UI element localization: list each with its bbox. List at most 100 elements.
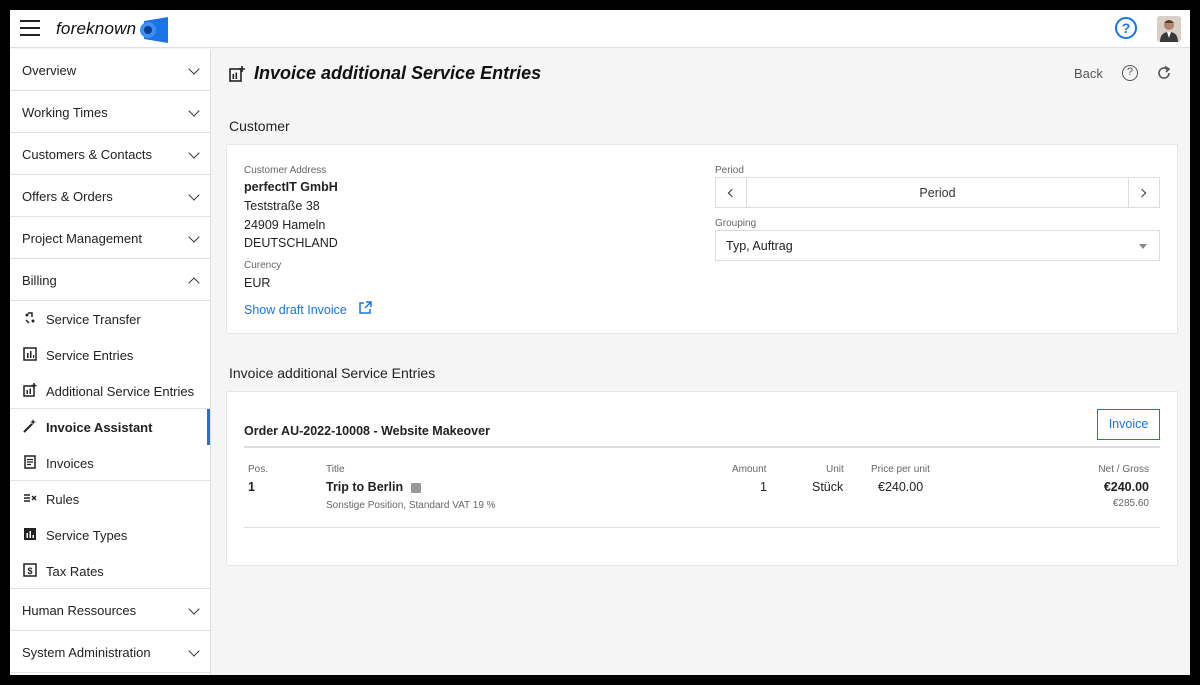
- service-entries-icon: [23, 347, 37, 361]
- nav-group-working-times[interactable]: Working Times: [10, 91, 210, 133]
- grouping-select[interactable]: Typ, Auftrag: [715, 230, 1160, 261]
- menu-icon[interactable]: [20, 20, 40, 36]
- column-header-unit: Unit: [826, 464, 844, 475]
- sidebar-item-rules[interactable]: Rules: [10, 481, 210, 517]
- nav-group-system-administration[interactable]: System Administration: [10, 631, 210, 673]
- row-net: €240.00: [1103, 480, 1149, 494]
- tax-rates-icon: $: [23, 563, 37, 577]
- chevron-left-icon: [727, 188, 737, 198]
- nav-group-label: System Administration: [22, 645, 151, 660]
- customer-company: perfectIT GmbH: [244, 180, 338, 194]
- nav-group-label: Human Ressources: [22, 603, 137, 618]
- help-icon[interactable]: ?: [1115, 17, 1137, 39]
- svg-text:$: $: [27, 566, 32, 576]
- logo-icon: [140, 17, 168, 43]
- sidebar-item-service-transfer[interactable]: Service Transfer: [10, 301, 210, 337]
- magic-wand-icon: [23, 419, 36, 433]
- order-title: Order AU-2022-10008 - Website Makeover: [244, 424, 490, 438]
- sidebar-item-label: Additional Service Entries: [46, 384, 195, 399]
- chevron-down-icon: [188, 189, 200, 201]
- row-unit: Stück: [812, 480, 844, 494]
- row-gross: €285.60: [1112, 498, 1149, 509]
- sidebar-item-tax-rates[interactable]: $ Tax Rates: [10, 553, 210, 589]
- sidebar-item-label: Service Entries: [46, 348, 134, 363]
- sidebar-item-label: Rules: [46, 492, 80, 507]
- customer-country: DEUTSCHLAND: [244, 236, 338, 250]
- nav-group-label: Customers & Contacts: [22, 147, 153, 162]
- row-amount: 1: [760, 480, 767, 494]
- nav-group-label: Overview: [22, 63, 77, 78]
- app-window: foreknown ? Overview Working Times Custo…: [10, 10, 1190, 675]
- chevron-down-icon: [188, 63, 200, 75]
- row-pos: 1: [248, 480, 255, 494]
- invoice-button[interactable]: Invoice: [1097, 409, 1160, 440]
- entries-section-title: Invoice additional Service Entries: [229, 365, 436, 381]
- caret-down-icon: [1139, 244, 1147, 249]
- customer-address-label: Customer Address: [244, 165, 327, 176]
- sidebar-item-label: Service Transfer: [46, 312, 141, 327]
- entries-card: Order AU-2022-10008 - Website Makeover I…: [226, 391, 1178, 566]
- back-button[interactable]: Back: [1074, 66, 1103, 81]
- column-header-amount: Amount: [732, 464, 767, 475]
- nav-group-project-management[interactable]: Project Management: [10, 217, 210, 259]
- chevron-down-icon: [188, 603, 200, 615]
- period-value[interactable]: Period: [747, 186, 1128, 200]
- refresh-icon[interactable]: [1155, 64, 1173, 82]
- service-entries-icon: [411, 483, 421, 493]
- period-label: Period: [715, 165, 744, 176]
- chevron-down-icon: [188, 645, 200, 657]
- chevron-down-icon: [188, 231, 200, 243]
- column-header-pos: Pos.: [248, 464, 269, 475]
- currency-value: EUR: [244, 276, 271, 290]
- column-header-net-gross: Net / Gross: [1098, 464, 1149, 475]
- period-next-button[interactable]: [1128, 178, 1159, 207]
- additional-service-entries-icon: [229, 66, 245, 82]
- nav-group-label: Billing: [22, 273, 57, 288]
- invoices-icon: [24, 455, 36, 469]
- period-prev-button[interactable]: [716, 178, 747, 207]
- sidebar-item-label: Service Types: [46, 528, 128, 543]
- customer-card: Customer Address perfectIT GmbH Teststra…: [226, 144, 1178, 334]
- rules-icon: [24, 494, 37, 502]
- main-content: Invoice additional Service Entries Back …: [212, 49, 1190, 675]
- column-header-title: Title: [326, 464, 345, 475]
- chevron-down-icon: [188, 105, 200, 117]
- grouping-label: Grouping: [715, 218, 757, 229]
- nav-group-customers-contacts[interactable]: Customers & Contacts: [10, 133, 210, 175]
- nav-group-label: Offers & Orders: [22, 189, 113, 204]
- sidebar-item-label: Tax Rates: [46, 564, 104, 579]
- show-draft-invoice-link[interactable]: Show draft Invoice: [244, 303, 347, 317]
- customer-city: 24909 Hameln: [244, 218, 326, 232]
- nav-group-label: Project Management: [22, 231, 142, 246]
- period-selector: Period: [715, 177, 1160, 208]
- row-subtitle: Sonstige Position, Standard VAT 19 %: [326, 500, 496, 511]
- top-bar: foreknown ?: [10, 10, 1190, 48]
- sidebar-item-invoices[interactable]: Invoices: [10, 445, 210, 481]
- chevron-up-icon: [188, 277, 200, 289]
- additional-service-entries-icon: [23, 383, 37, 397]
- page-title: Invoice additional Service Entries: [254, 63, 542, 83]
- nav-group-offers-orders[interactable]: Offers & Orders: [10, 175, 210, 217]
- avatar[interactable]: [1157, 16, 1181, 42]
- help-icon[interactable]: ?: [1122, 65, 1138, 81]
- sidebar-item-invoice-assistant[interactable]: Invoice Assistant: [10, 409, 210, 445]
- sidebar-item-label: Invoice Assistant: [46, 420, 153, 435]
- currency-label: Curency: [244, 260, 282, 271]
- sidebar-item-service-types[interactable]: Service Types: [10, 517, 210, 553]
- nav-group-overview[interactable]: Overview: [10, 49, 210, 91]
- row-title: Trip to Berlin: [326, 480, 404, 494]
- column-header-price: Price per unit: [871, 464, 930, 475]
- sidebar: Overview Working Times Customers & Conta…: [10, 49, 211, 675]
- nav-group-label: Working Times: [22, 105, 108, 120]
- service-types-icon: [24, 528, 36, 540]
- sidebar-item-label: Invoices: [46, 456, 94, 471]
- grouping-value: Typ, Auftrag: [726, 239, 793, 253]
- sidebar-item-additional-service-entries[interactable]: Additional Service Entries: [10, 373, 210, 409]
- nav-group-human-ressources[interactable]: Human Ressources: [10, 589, 210, 631]
- external-link-icon[interactable]: [358, 301, 372, 315]
- sidebar-item-service-entries[interactable]: Service Entries: [10, 337, 210, 373]
- service-transfer-icon: [25, 312, 35, 324]
- chevron-down-icon: [188, 147, 200, 159]
- nav-group-billing[interactable]: Billing: [10, 259, 210, 301]
- chevron-right-icon: [1137, 188, 1147, 198]
